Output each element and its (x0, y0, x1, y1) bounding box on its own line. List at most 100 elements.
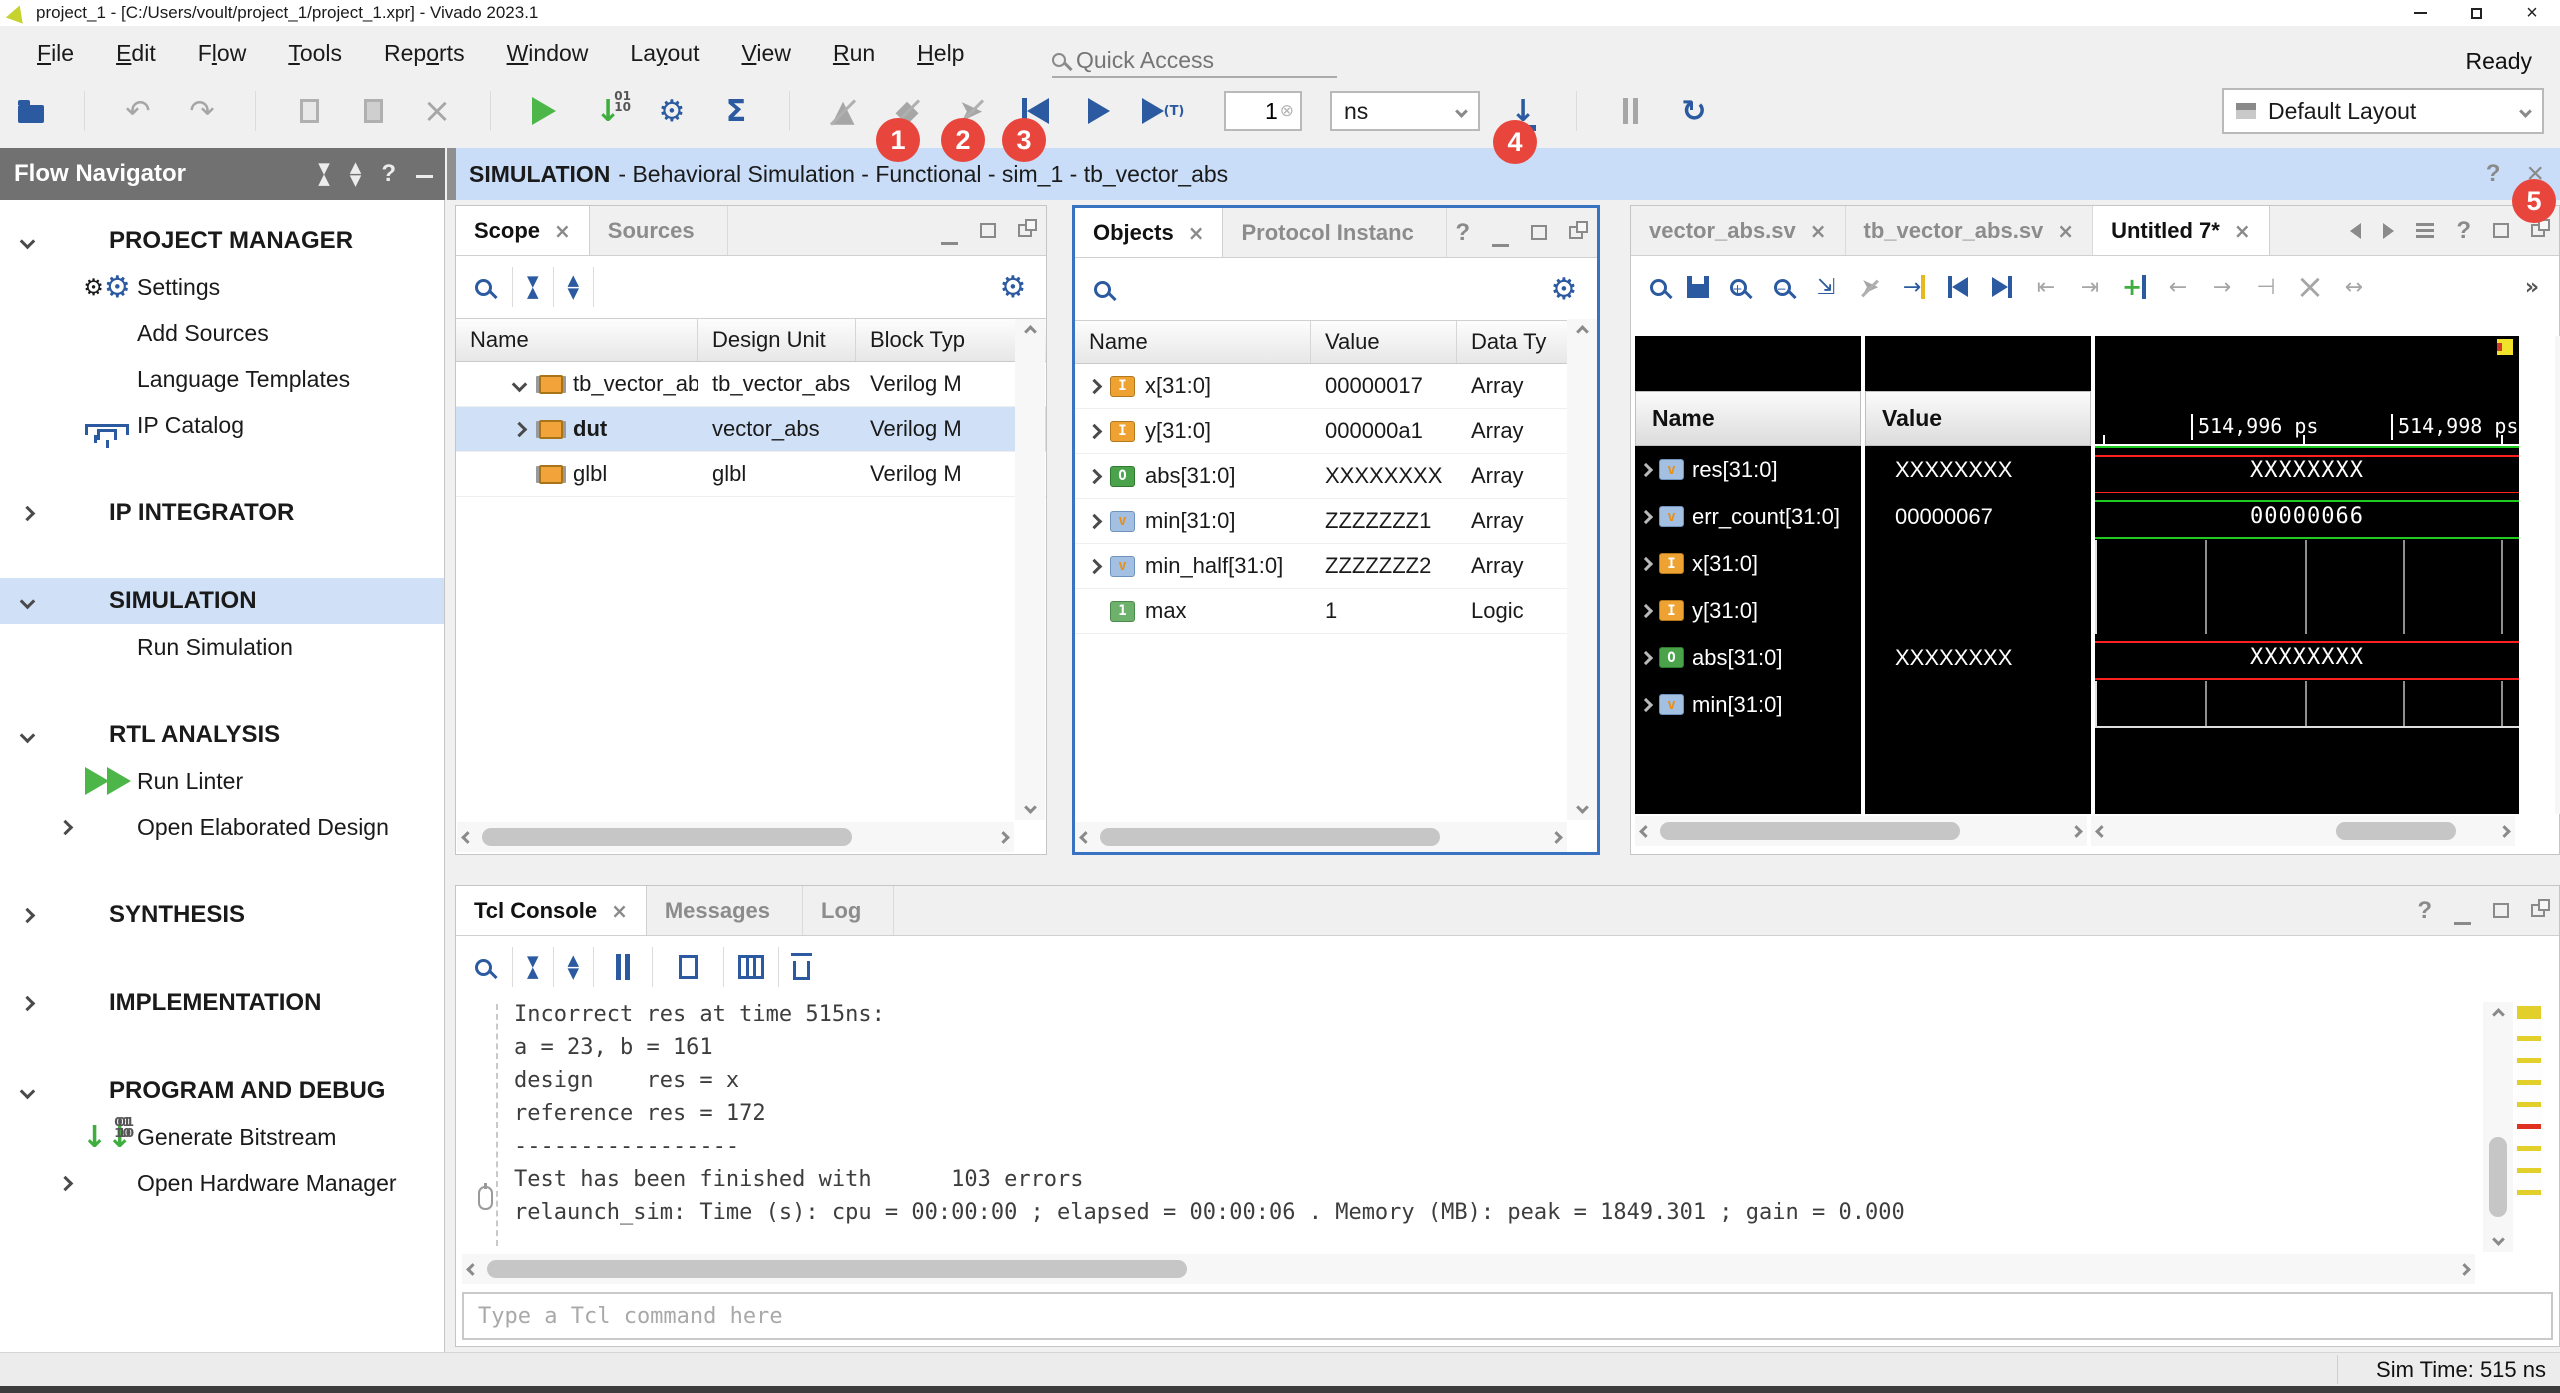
tcl-command-input[interactable] (478, 1304, 2537, 1329)
settings-gear-icon[interactable] (1543, 268, 1585, 310)
tree-chevron-icon[interactable] (1639, 697, 1653, 711)
scrollbar-thumb[interactable] (487, 1260, 1187, 1278)
window-minimize-button[interactable] (2392, 0, 2448, 26)
log-marker[interactable] (2517, 1036, 2541, 1041)
close-tab-icon[interactable]: × (2234, 219, 2251, 243)
tree-chevron-icon[interactable] (1639, 462, 1653, 476)
next-transition-icon[interactable] (1987, 272, 2017, 302)
time-unit-select[interactable]: ns (1330, 91, 1480, 131)
wave-signal-row[interactable]: y[31:0] (1635, 587, 1861, 634)
tree-chevron-icon[interactable] (1087, 378, 1103, 394)
horizontal-scrollbar[interactable] (457, 822, 1014, 852)
clear-console-icon[interactable] (793, 961, 810, 980)
flow-navigator-item[interactable]: PROJECT MANAGER (0, 218, 444, 264)
editor-tab[interactable]: Untitled 7* × (2093, 206, 2270, 255)
flow-navigator-item[interactable]: Settings (0, 264, 444, 310)
flow-navigator-item[interactable]: Add Sources (0, 310, 444, 356)
scrollbar-thumb[interactable] (1100, 828, 1440, 846)
panel-tab[interactable]: Tcl Console × (456, 886, 647, 935)
column-header-block-type[interactable]: Block Typ (856, 319, 1014, 361)
help-icon[interactable] (381, 160, 396, 188)
log-marker[interactable] (2517, 1102, 2541, 1107)
simulation-time-field[interactable]: ⊗ (1224, 91, 1302, 131)
panel-tab[interactable]: Protocol Instanc (1223, 208, 1446, 257)
help-icon[interactable] (2417, 897, 2432, 925)
tree-chevron-icon[interactable] (20, 907, 36, 923)
panel-tab[interactable]: Log (803, 886, 894, 935)
wave-horizontal-scrollbar[interactable] (2091, 816, 2515, 846)
wave-signal-row[interactable]: x[31:0] (1635, 540, 1861, 587)
tree-chevron-icon[interactable] (1087, 468, 1103, 484)
menu-item[interactable]: Help (896, 32, 985, 75)
panel-tab[interactable]: Sources (590, 206, 728, 255)
menu-item[interactable]: Layout (609, 32, 720, 75)
flow-navigator-item[interactable]: Run Linter (0, 758, 444, 804)
tree-chevron-icon[interactable] (20, 995, 36, 1011)
column-header-design-unit[interactable]: Design Unit (698, 319, 856, 361)
tree-chevron-icon[interactable] (1087, 558, 1103, 574)
menu-item[interactable]: Flow (177, 32, 268, 75)
maximize-panel-icon[interactable] (2493, 903, 2509, 918)
next-tab-icon[interactable] (2383, 223, 2394, 239)
flow-navigator-item[interactable]: IP INTEGRATOR (0, 490, 444, 536)
horizontal-scrollbar[interactable] (1075, 822, 1567, 852)
float-panel-icon[interactable] (2531, 224, 2545, 237)
relaunch-simulation-icon[interactable] (1673, 90, 1715, 132)
close-tab-icon[interactable]: × (611, 899, 628, 923)
settings-gear-icon[interactable] (992, 266, 1034, 308)
flow-navigator-item[interactable]: SIMULATION (0, 578, 444, 624)
menu-item[interactable]: Reports (363, 32, 486, 75)
minimize-panel-icon[interactable] (416, 175, 433, 178)
maximize-panel-icon[interactable] (2493, 223, 2509, 238)
tree-chevron-icon[interactable] (20, 233, 36, 249)
tree-chevron-icon[interactable] (20, 505, 36, 521)
flow-navigator-item[interactable]: Open Hardware Manager (0, 1160, 444, 1206)
delete-icon[interactable] (416, 90, 458, 132)
panel-tab[interactable]: Scope × (456, 206, 590, 255)
column-header-value[interactable]: Value (1311, 321, 1457, 363)
log-marker[interactable] (2517, 1168, 2541, 1173)
scrollbar-thumb[interactable] (1660, 822, 1960, 840)
undo-icon[interactable] (117, 90, 159, 132)
zoom-in-icon[interactable]: + (1730, 279, 1747, 296)
column-header-name[interactable]: Name (456, 319, 698, 361)
menu-item[interactable]: File (16, 32, 95, 75)
window-close-button[interactable]: × (2504, 0, 2560, 26)
tree-chevron-icon[interactable] (1087, 423, 1103, 439)
tree-chevron-icon[interactable] (1087, 513, 1103, 529)
log-marker[interactable] (2517, 1190, 2541, 1195)
pause-output-icon[interactable] (608, 952, 638, 982)
minimize-panel-icon[interactable] (1492, 244, 1509, 247)
search-icon[interactable] (1650, 279, 1667, 296)
object-row[interactable]: x[31:0] 00000017 Array (1075, 364, 1597, 409)
menu-item[interactable]: Edit (95, 32, 177, 75)
horizontal-scrollbar[interactable] (462, 1254, 2475, 1284)
quick-access-search[interactable] (1052, 44, 1337, 78)
tree-chevron-icon[interactable] (20, 1083, 36, 1099)
tree-chevron-icon[interactable] (1639, 509, 1653, 523)
tree-chevron-icon[interactable] (1639, 650, 1653, 664)
console-output[interactable]: Incorrect res at time 515ns:a = 23, b = … (514, 1002, 2469, 1233)
flow-navigator-item[interactable]: PROGRAM AND DEBUG (0, 1068, 444, 1114)
tree-chevron-icon[interactable] (58, 819, 74, 835)
editor-tab[interactable]: tb_vector_abs.sv × (1846, 206, 2094, 255)
collapse-all-icon[interactable] (527, 276, 539, 298)
generate-bitstream-icon[interactable] (587, 90, 629, 132)
scroll-anchor-icon[interactable] (478, 1186, 493, 1210)
column-header-data-type[interactable]: Data Ty (1457, 321, 1565, 363)
log-marker[interactable] (2517, 1058, 2541, 1063)
log-marker[interactable] (2517, 1080, 2541, 1085)
zoom-fit-icon[interactable]: ⇲ (1811, 272, 1841, 302)
menu-item[interactable]: Run (812, 32, 896, 75)
scope-row[interactable]: dut vector_abs Verilog M (456, 407, 1046, 452)
window-restore-button[interactable] (2448, 0, 2504, 26)
cursor-off-icon[interactable]: ➤ (1855, 272, 1885, 302)
search-icon[interactable] (475, 279, 492, 296)
tcl-command-box[interactable] (462, 1292, 2553, 1340)
menu-item[interactable]: Tools (267, 32, 363, 75)
search-icon[interactable] (1094, 281, 1111, 298)
close-tab-icon[interactable]: × (2057, 219, 2074, 243)
maximize-panel-icon[interactable] (1531, 225, 1547, 240)
add-marker-icon[interactable]: + (2119, 272, 2149, 302)
flow-navigator-item[interactable]: Generate Bitstream (0, 1114, 444, 1160)
